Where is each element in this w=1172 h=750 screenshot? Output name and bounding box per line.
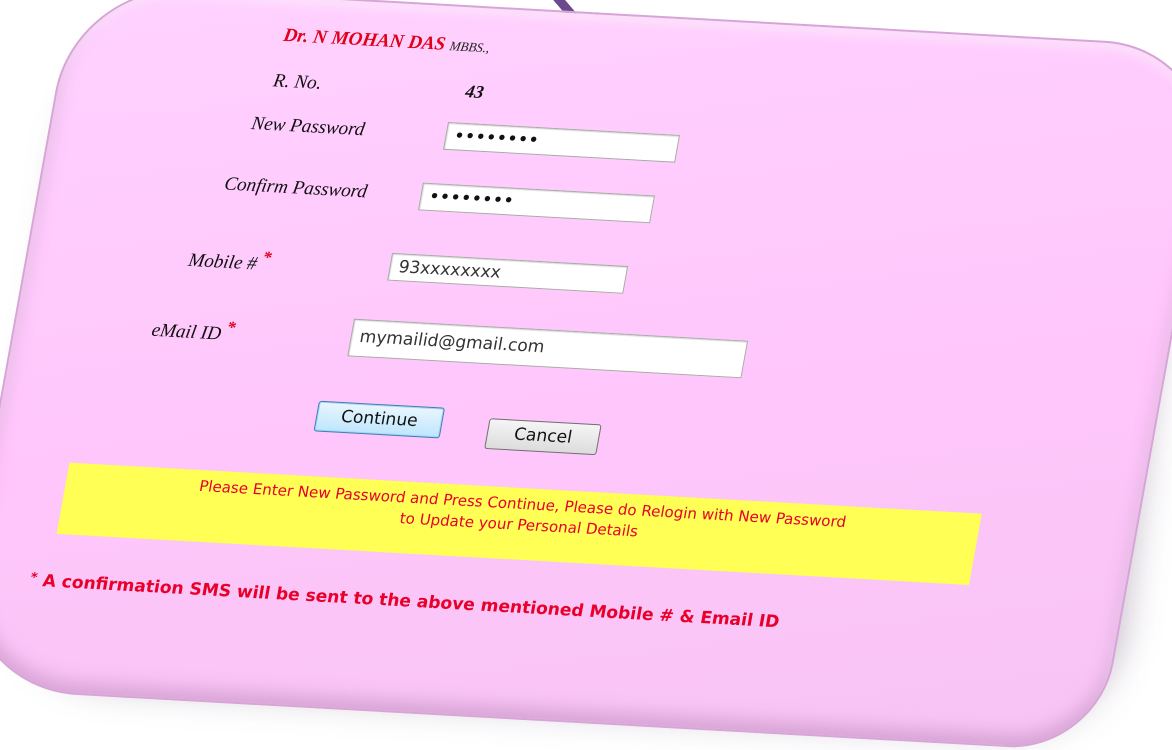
registration-value: 43 [463, 81, 486, 102]
email-label-text: eMail ID [149, 319, 223, 345]
footnote-text: A confirmation SMS will be sent to the a… [40, 571, 781, 633]
email-input[interactable]: mymailid@gmail.com [347, 318, 749, 379]
mobile-required-marker: * [261, 247, 274, 267]
mobile-label: Mobile # * [187, 244, 273, 277]
update-details-card: Dr. N MOHAN DAS MBBS., R. No. 43 New Pas… [0, 0, 1172, 750]
doctor-degree: MBBS., [448, 38, 491, 56]
doctor-heading: Dr. N MOHAN DAS MBBS., [282, 25, 492, 58]
confirm-password-label: Confirm Password [222, 173, 369, 203]
confirm-password-field[interactable]: •••••••• [417, 182, 656, 224]
instruction-notice: Please Enter New Password and Press Cont… [56, 462, 982, 585]
doctor-name: Dr. N MOHAN DAS [281, 24, 448, 55]
footnote-marker: * [29, 570, 39, 586]
email-required-marker: * [225, 317, 238, 337]
mobile-label-text: Mobile # [186, 249, 259, 275]
mobile-input[interactable]: 93xxxxxxxx [387, 252, 629, 294]
registration-label: R. No. [271, 70, 324, 94]
email-label: eMail ID * [150, 314, 237, 347]
continue-button[interactable]: Continue [313, 400, 446, 439]
new-password-field[interactable]: •••••••• [442, 121, 681, 163]
new-password-label: New Password [249, 113, 367, 141]
page: Dr. N MOHAN DAS MBBS., R. No. 43 New Pas… [0, 0, 1172, 750]
confirmation-footnote: * A confirmation SMS will be sent to the… [28, 571, 781, 633]
cancel-button[interactable]: Cancel [484, 418, 602, 456]
